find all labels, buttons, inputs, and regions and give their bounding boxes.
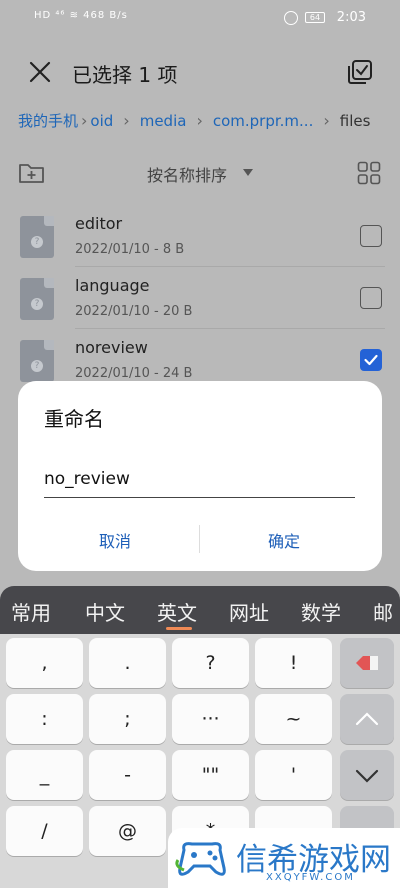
sort-dropdown-icon[interactable] [243,169,253,176]
key-semicolon[interactable]: ; [89,694,166,744]
page-title: 已选择 1 项 [72,63,178,87]
close-icon[interactable] [25,57,55,87]
divider [75,328,385,329]
keyboard-category-bar: 常用 中文 英文 网址 数学 邮 [0,586,400,634]
grid-view-icon[interactable] [357,161,381,185]
key-comma[interactable]: , [6,638,83,688]
new-folder-icon[interactable] [18,160,46,186]
breadcrumb-item-my-phone[interactable]: 我的手机 [18,110,78,131]
chevron-right-icon: › [323,111,330,130]
sort-label[interactable]: 按名称排序 [147,162,227,186]
chevron-up-icon [355,712,379,726]
file-name: noreview [75,338,148,357]
key-question[interactable]: ? [172,638,249,688]
kb-tab-url[interactable]: 网址 [229,597,269,626]
file-name: language [75,276,150,295]
breadcrumb: 我的手机 › oid › media › com.prpr.m... › files [18,110,370,134]
gamepad-logo-icon [174,836,230,880]
file-meta: 2022/01/10 - 8 B [75,242,185,257]
key-hyphen[interactable]: - [89,750,166,800]
key-slash[interactable]: / [6,806,83,856]
unknown-file-icon: ? [20,340,54,382]
kb-tab-math[interactable]: 数学 [301,597,341,626]
key-underscore[interactable]: _ [6,750,83,800]
button-divider [199,525,200,553]
breadcrumb-item-files: files [339,112,371,130]
select-checkbox[interactable] [360,287,382,309]
kb-tab-english[interactable]: 英文 [157,597,197,626]
list-item[interactable]: ? editor 2022/01/10 - 8 B [0,210,400,272]
file-meta: 2022/01/10 - 20 B [75,304,193,319]
cancel-button[interactable]: 取消 [33,528,197,552]
breadcrumb-item-package[interactable]: com.prpr.m... [213,112,314,130]
rename-input[interactable] [44,461,355,498]
key-quotes[interactable]: "" [172,750,249,800]
kb-tab-chinese[interactable]: 中文 [85,597,125,626]
divider [75,266,385,267]
watermark-url: XXQYFW.COM [266,872,355,883]
alarm-icon [284,11,298,25]
selection-header: 已选择 1 项 [0,48,400,96]
breadcrumb-item-oid[interactable]: oid [90,112,113,130]
unknown-file-icon: ? [20,278,54,320]
select-all-icon[interactable] [345,57,375,87]
chevron-right-icon: › [81,111,88,130]
page-up-key[interactable] [340,694,394,744]
key-ellipsis[interactable]: ··· [172,694,249,744]
page-down-key[interactable] [340,750,394,800]
status-bar: HD ⁴⁶ ≋ 468 B/s 64 2:03 [0,0,400,40]
breadcrumb-item-media[interactable]: media [140,112,187,130]
chevron-right-icon: › [196,111,203,130]
file-name: editor [75,214,123,233]
chevron-right-icon: › [123,111,130,130]
backspace-icon [356,656,378,670]
rename-dialog: 重命名 取消 确定 [18,381,382,571]
key-apostrophe[interactable]: ' [255,750,332,800]
key-at[interactable]: @ [89,806,166,856]
site-watermark: 信希游戏网 XXQYFW.COM [168,828,400,888]
file-meta: 2022/01/10 - 24 B [75,366,193,381]
checkmark-icon [364,354,378,366]
network-status: HD ⁴⁶ ≋ 468 B/s [34,10,128,21]
key-period[interactable]: . [89,638,166,688]
confirm-button[interactable]: 确定 [202,528,366,552]
chevron-down-icon [355,769,379,783]
list-item[interactable]: ? language 2022/01/10 - 20 B [0,272,400,334]
key-colon[interactable]: : [6,694,83,744]
select-checkbox-checked[interactable] [360,349,382,371]
backspace-key[interactable] [340,638,394,688]
clock: 2:03 [336,10,366,25]
active-tab-indicator [166,627,192,630]
kb-tab-common[interactable]: 常用 [11,597,51,626]
kb-tab-email[interactable]: 邮 [373,597,393,626]
key-exclamation[interactable]: ! [255,638,332,688]
key-tilde[interactable]: ~ [255,694,332,744]
sort-bar: 按名称排序 [0,156,400,190]
select-checkbox[interactable] [360,225,382,247]
unknown-file-icon: ? [20,216,54,258]
battery-icon: 64 [305,12,325,23]
dialog-title: 重命名 [44,407,104,431]
